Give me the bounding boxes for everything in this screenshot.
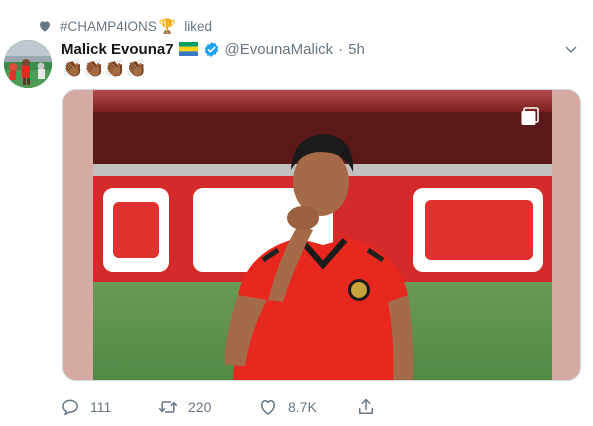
tweet-text: 👏🏾👏🏾👏🏾👏🏾 <box>62 59 147 78</box>
retweet-count: 220 <box>188 399 212 415</box>
avatar[interactable] <box>4 40 52 88</box>
separator-dot: · <box>338 40 344 58</box>
chevron-down-icon[interactable] <box>563 42 579 58</box>
timestamp-link[interactable]: 5h <box>348 41 365 58</box>
heart-outline-icon <box>260 400 276 415</box>
reply-icon <box>62 399 78 416</box>
tweet-header: Malick Evouna7 @EvounaMalick · 5h <box>61 38 365 60</box>
reply-button[interactable]: 111 <box>60 396 111 418</box>
share-icon <box>359 398 373 414</box>
handle-link[interactable]: @EvounaMalick <box>225 41 334 58</box>
tweet-actions: 111 220 8.7K <box>60 396 460 418</box>
flag-stripe-middle <box>178 46 198 52</box>
gallery-icon <box>521 107 539 125</box>
like-count: 8.7K <box>288 399 317 415</box>
hashtag-link[interactable]: #CHAMP4IONS <box>60 19 157 34</box>
liked-label: liked <box>184 18 212 34</box>
share-button[interactable] <box>356 396 376 418</box>
like-button[interactable]: 8.7K <box>258 396 317 418</box>
photo <box>93 90 552 380</box>
social-context: #CHAMP4IONS 🏆 liked <box>38 16 212 36</box>
flag-stripe-top <box>178 42 198 47</box>
reply-count: 111 <box>90 399 112 415</box>
heart-icon <box>40 21 50 32</box>
verified-badge-icon <box>204 41 218 57</box>
tweet-media[interactable] <box>62 89 581 381</box>
retweet-button[interactable]: 220 <box>158 396 211 418</box>
display-name[interactable]: Malick Evouna7 <box>61 41 174 58</box>
flag-stripe-bottom <box>178 51 198 56</box>
gabon-flag-icon <box>178 42 198 56</box>
trophy-emoji: 🏆 <box>158 17 177 34</box>
retweet-icon <box>158 401 178 413</box>
